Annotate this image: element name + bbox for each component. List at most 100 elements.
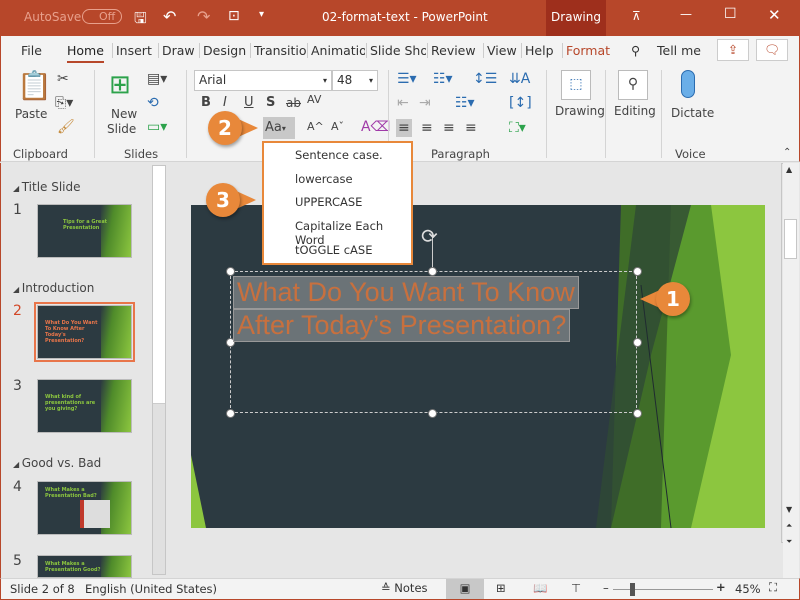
close-icon[interactable]: ✕: [768, 6, 781, 24]
tab-transitions[interactable]: Transitio: [250, 43, 306, 58]
language-status[interactable]: English (United States): [85, 582, 217, 596]
tab-home[interactable]: Home: [67, 43, 104, 63]
comments-button[interactable]: 🗨: [756, 39, 788, 61]
line-spacing-icon[interactable]: ↕☰: [473, 72, 497, 86]
slide-show-button[interactable]: ⊤: [571, 581, 581, 595]
zoom-in-button[interactable]: +: [716, 580, 726, 594]
tab-format[interactable]: Format: [562, 43, 610, 58]
scrollbar-thumb[interactable]: [784, 219, 797, 259]
copy-icon[interactable]: ⎘▾: [55, 96, 73, 110]
increase-font-size-button[interactable]: A^: [307, 121, 324, 132]
bullets-icon[interactable]: ☰▾: [397, 72, 417, 86]
menu-item-toggle-case[interactable]: tOGGLE cASE: [295, 243, 372, 257]
slide-title-line-1[interactable]: What Do You Want To Know: [233, 276, 579, 309]
slide-sorter-button[interactable]: ⊞: [496, 581, 506, 595]
scroll-down-icon[interactable]: ▼: [786, 505, 792, 514]
change-case-button[interactable]: Aa▾: [263, 117, 295, 139]
shadow-button[interactable]: S: [266, 96, 275, 109]
resize-handle[interactable]: [428, 267, 437, 276]
search-icon[interactable]: ⚲: [631, 43, 640, 58]
font-name-combobox[interactable]: Arial ▾: [194, 70, 332, 91]
paste-button[interactable]: Paste: [15, 108, 47, 120]
section-title-slide[interactable]: ◢ Title Slide: [13, 180, 81, 194]
normal-view-button[interactable]: ▣: [446, 579, 484, 599]
text-direction-icon[interactable]: ⇊A: [509, 72, 530, 86]
new-slide-button-line2[interactable]: Slide: [107, 123, 136, 135]
section-introduction[interactable]: ◢ Introduction: [13, 281, 94, 295]
smartart-icon[interactable]: ⛶▾: [509, 121, 526, 135]
section-good-vs-bad[interactable]: ◢ Good vs. Bad: [13, 456, 101, 470]
menu-item-lowercase[interactable]: lowercase: [295, 172, 353, 186]
fit-to-window-icon[interactable]: ⛶: [769, 580, 777, 595]
strikethrough-button[interactable]: ab: [286, 97, 301, 109]
dictate-button[interactable]: Dictate: [671, 107, 714, 119]
font-size-combobox[interactable]: 48 ▾: [332, 70, 378, 91]
slide-thumbnail-3[interactable]: What kind of presentations are you givin…: [37, 379, 132, 433]
rotate-handle-icon[interactable]: ⟳: [421, 224, 438, 248]
center-button[interactable]: ≡: [421, 121, 433, 135]
pane-scrollbar[interactable]: [152, 165, 166, 575]
reading-view-button[interactable]: 📖: [533, 581, 547, 595]
align-text-icon[interactable]: [↕]: [509, 96, 532, 110]
tab-review[interactable]: Review: [427, 43, 476, 58]
increase-indent-icon[interactable]: ⇥: [419, 96, 431, 110]
tab-slide-show[interactable]: Slide Sho: [366, 43, 426, 58]
italic-button[interactable]: I: [223, 96, 227, 109]
new-slide-button[interactable]: New: [111, 108, 137, 120]
zoom-slider[interactable]: [613, 589, 713, 590]
redo-icon[interactable]: ↷: [197, 7, 210, 26]
zoom-level[interactable]: 45%: [735, 582, 761, 596]
next-slide-icon[interactable]: ⏷: [786, 537, 792, 547]
columns-icon[interactable]: ☷▾: [455, 96, 475, 110]
menu-item-uppercase[interactable]: UPPERCASE: [295, 195, 362, 209]
tab-file[interactable]: File: [21, 43, 42, 58]
slide-thumbnail-5[interactable]: What Makes a Presentation Good?: [37, 555, 132, 578]
microphone-icon[interactable]: [681, 70, 695, 98]
minimize-icon[interactable]: —: [680, 7, 692, 21]
zoom-slider-thumb[interactable]: [630, 583, 636, 596]
customize-qat-icon[interactable]: ▾: [259, 9, 264, 20]
editing-button[interactable]: Editing: [614, 105, 656, 117]
resize-handle[interactable]: [633, 267, 642, 276]
paste-icon[interactable]: 📋: [17, 72, 52, 100]
editing-icon[interactable]: ⚲: [618, 70, 648, 100]
maximize-icon[interactable]: ☐: [724, 6, 737, 22]
format-painter-icon[interactable]: 🖌: [57, 120, 75, 134]
menu-item-sentence-case[interactable]: Sentence case.: [295, 148, 383, 162]
undo-icon[interactable]: ↶: [163, 7, 176, 26]
align-right-button[interactable]: ≡: [443, 121, 455, 135]
layout-icon[interactable]: ▤▾: [147, 72, 167, 86]
tab-design[interactable]: Design: [199, 43, 246, 58]
tab-help[interactable]: Help: [521, 43, 554, 58]
tab-view[interactable]: View: [483, 43, 517, 58]
slide-title-line-2[interactable]: After Today’s Presentation?: [232, 309, 571, 342]
resize-handle[interactable]: [226, 267, 235, 276]
tab-animations[interactable]: Animatio: [307, 43, 365, 58]
pane-scrollbar-thumb[interactable]: [153, 166, 165, 404]
slide-thumbnail-2[interactable]: What Do You Want To Know After Today's P…: [34, 302, 135, 362]
justify-button[interactable]: ≡: [465, 121, 477, 135]
decrease-font-size-button[interactable]: Aˇ: [331, 121, 344, 132]
slide-thumbnail-1[interactable]: Tips for a Great Presentation: [37, 204, 132, 258]
resize-handle[interactable]: [428, 409, 437, 418]
clear-formatting-icon[interactable]: A⌫: [361, 120, 390, 134]
tab-draw[interactable]: Draw: [158, 43, 195, 58]
decrease-indent-icon[interactable]: ⇤: [397, 96, 409, 110]
slide-thumbnail-4[interactable]: What Makes a Presentation Bad?: [37, 481, 132, 535]
resize-handle[interactable]: [226, 409, 235, 418]
align-left-button[interactable]: ≡: [396, 119, 412, 137]
bold-button[interactable]: B: [201, 96, 211, 109]
zoom-out-button[interactable]: –: [603, 581, 609, 595]
resize-handle[interactable]: [633, 409, 642, 418]
new-slide-icon[interactable]: ⊞: [109, 72, 131, 98]
tab-insert[interactable]: Insert: [112, 43, 152, 58]
ribbon-display-icon[interactable]: ⊼: [632, 9, 641, 23]
tell-me[interactable]: Tell me: [657, 43, 701, 58]
notes-button[interactable]: ≙ Notes: [381, 581, 428, 595]
reset-icon[interactable]: ⟲: [147, 96, 159, 110]
autosave-toggle[interactable]: Off: [82, 9, 123, 24]
previous-slide-icon[interactable]: ⏶: [786, 521, 792, 531]
present-icon[interactable]: ⊡: [228, 8, 240, 24]
vertical-scrollbar[interactable]: ▲ ▼ ⏶ ⏷: [783, 163, 799, 578]
numbering-icon[interactable]: ☷▾: [433, 72, 453, 86]
